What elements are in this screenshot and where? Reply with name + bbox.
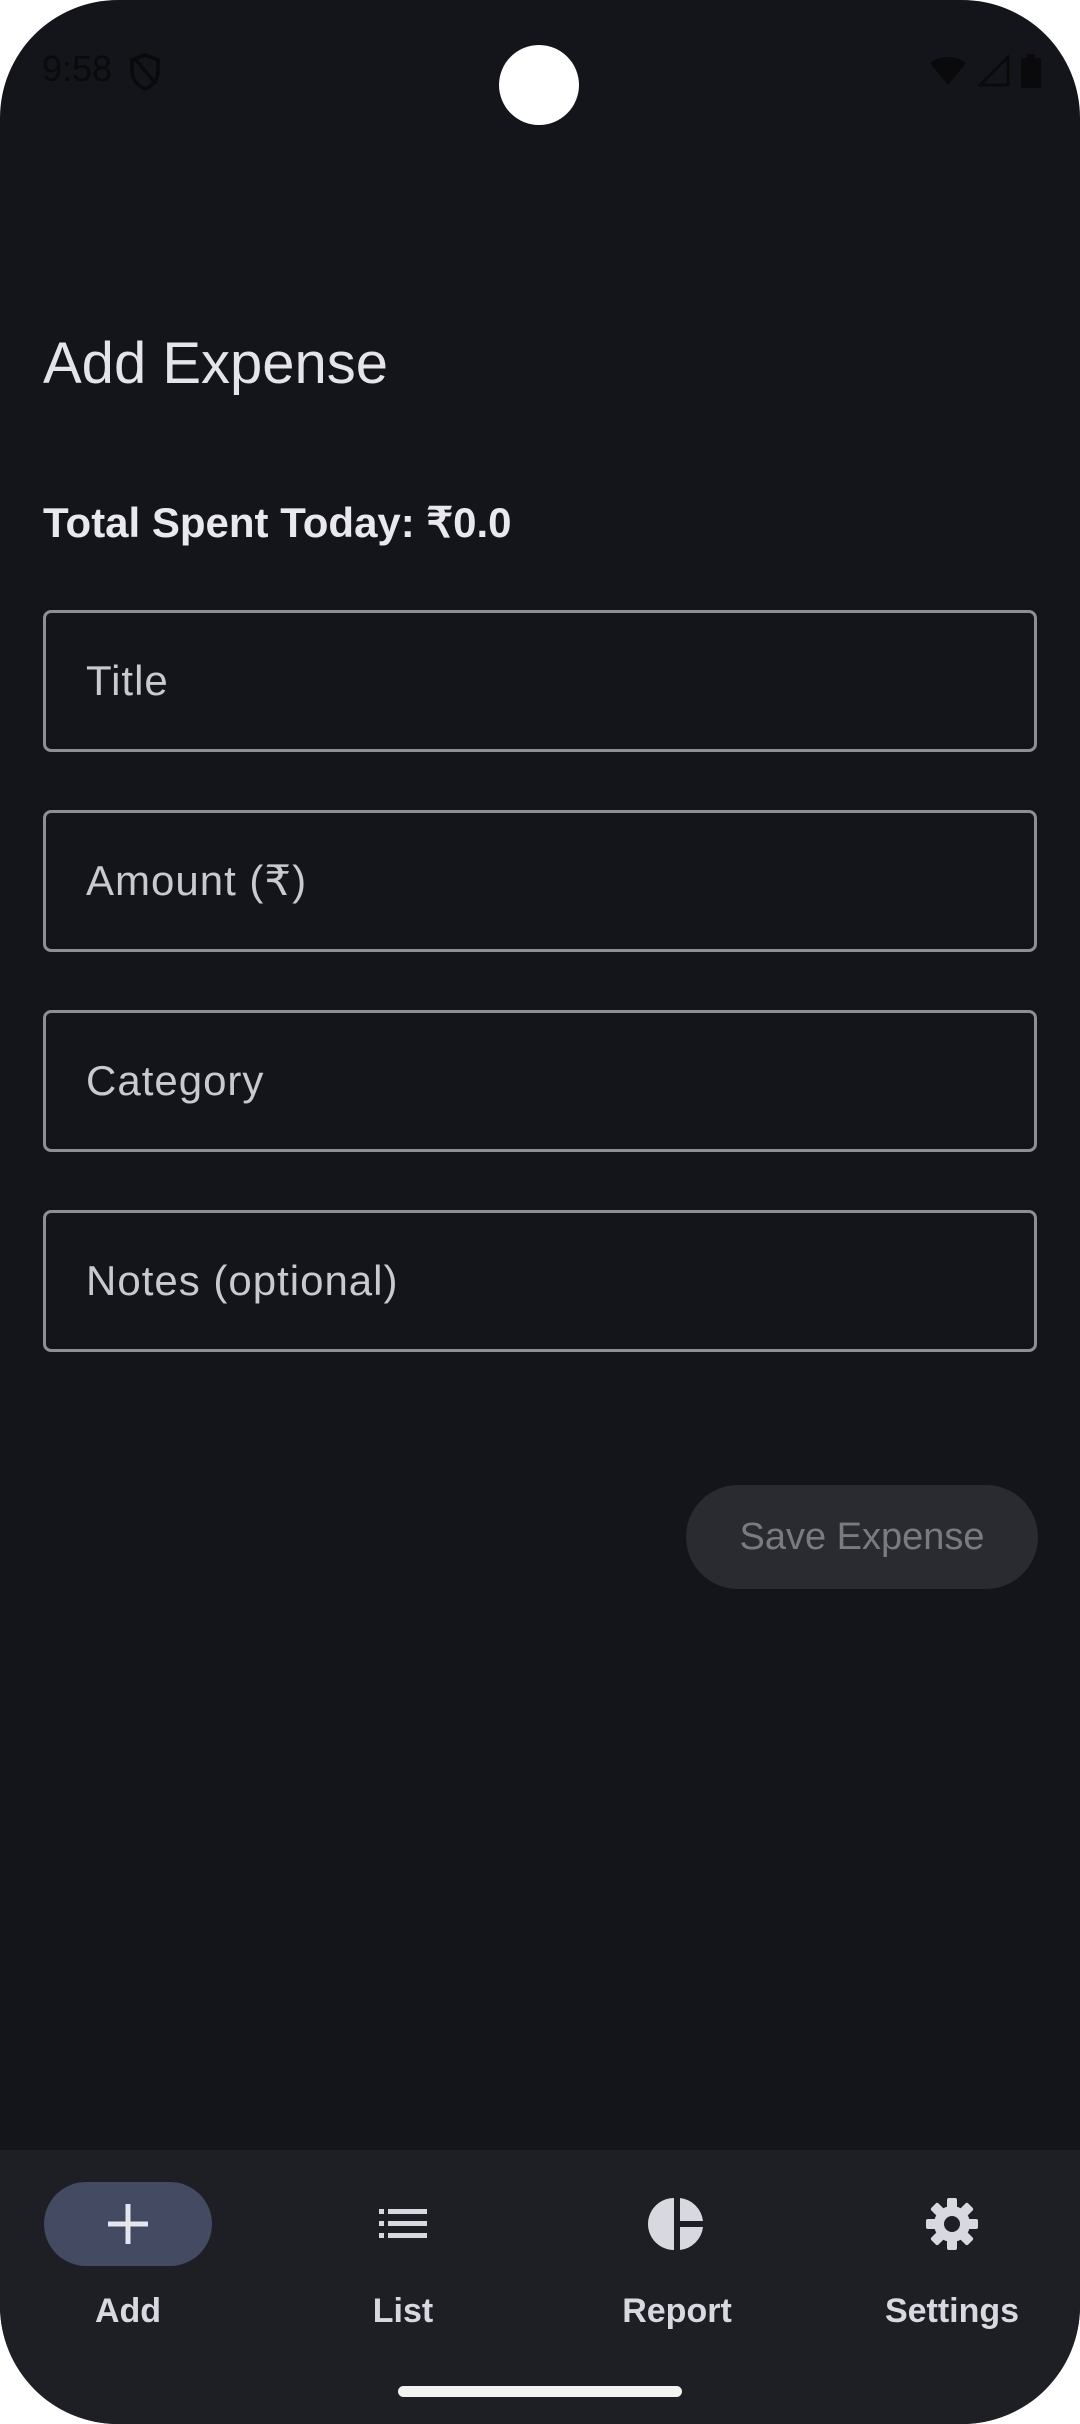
pie-chart-icon (647, 2194, 707, 2254)
status-icons (928, 54, 1042, 88)
notes-field[interactable] (43, 1210, 1037, 1352)
page-title: Add Expense (43, 331, 389, 396)
gear-icon (922, 2194, 982, 2254)
amount-input[interactable] (46, 813, 1034, 949)
save-expense-button[interactable]: Save Expense (686, 1485, 1038, 1589)
camera-cutout (499, 45, 579, 125)
nav-label-settings: Settings (884, 2292, 1020, 2330)
nav-label-list: List (372, 2292, 434, 2330)
signal-icon (978, 55, 1010, 87)
wifi-icon (928, 55, 968, 87)
status-bar: 9:58 (0, 0, 1080, 140)
nav-item-settings[interactable]: Settings (832, 2182, 1072, 2352)
amount-field[interactable] (43, 810, 1037, 952)
title-input[interactable] (46, 613, 1034, 749)
gesture-handle[interactable] (398, 2386, 682, 2397)
notes-input[interactable] (46, 1213, 1034, 1349)
nav-item-report[interactable]: Report (557, 2182, 797, 2352)
total-spent-today: Total Spent Today: ₹0.0 (43, 499, 512, 546)
phone-screen: 9:58 Add Expense Total Spent Today: ₹0.0 (0, 0, 1080, 2424)
nav-label-report: Report (622, 2292, 732, 2330)
battery-icon (1020, 54, 1042, 88)
nav-label-add: Add (94, 2292, 162, 2330)
plus-icon (98, 2194, 158, 2254)
nav-item-list[interactable]: List (283, 2182, 523, 2352)
bottom-navigation: Add List Report Settings (0, 2150, 1080, 2424)
shield-icon (128, 52, 162, 92)
nav-item-add[interactable]: Add (8, 2182, 248, 2352)
category-input[interactable] (46, 1013, 1034, 1149)
title-field[interactable] (43, 610, 1037, 752)
list-icon (373, 2194, 433, 2254)
status-time: 9:58 (42, 48, 113, 89)
category-field[interactable] (43, 1010, 1037, 1152)
